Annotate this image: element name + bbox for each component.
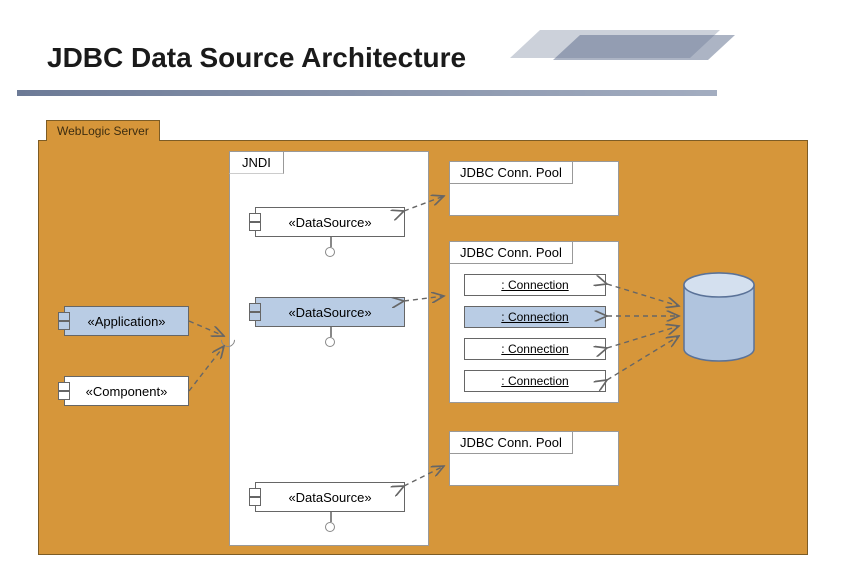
- database-icon: [679, 271, 759, 366]
- title-underline: [17, 90, 717, 96]
- connection-3: : Connection: [464, 338, 606, 360]
- datasource-2: «DataSource»: [255, 297, 405, 327]
- datasource-3-label: «DataSource»: [288, 490, 371, 505]
- application-label: «Application»: [87, 314, 165, 329]
- jndi-container: JNDI «DataSource» «DataSource» «DataSour…: [229, 151, 429, 546]
- jdbc-pool-3: JDBC Conn. Pool: [449, 431, 619, 486]
- component-label: «Component»: [86, 384, 168, 399]
- connection-2: : Connection: [464, 306, 606, 328]
- slide-title-bar: JDBC Data Source Architecture: [17, 28, 717, 88]
- weblogic-server-container: WebLogic Server JNDI «DataSource» «DataS…: [38, 120, 808, 555]
- jdbc-pool-2: JDBC Conn. Pool : Connection : Connectio…: [449, 241, 619, 403]
- jdbc-pool-1-label: JDBC Conn. Pool: [449, 161, 573, 184]
- jdbc-pool-3-label: JDBC Conn. Pool: [449, 431, 573, 454]
- datasource-1: «DataSource»: [255, 207, 405, 237]
- slide-title: JDBC Data Source Architecture: [47, 42, 466, 74]
- weblogic-server-box: JNDI «DataSource» «DataSource» «DataSour…: [38, 140, 808, 555]
- weblogic-server-label: WebLogic Server: [46, 120, 160, 141]
- datasource-1-label: «DataSource»: [288, 215, 371, 230]
- jdbc-pool-1: JDBC Conn. Pool: [449, 161, 619, 216]
- datasource-2-label: «DataSource»: [288, 305, 371, 320]
- component-component: «Component»: [64, 376, 189, 406]
- jndi-label: JNDI: [229, 151, 284, 174]
- jdbc-pool-2-label: JDBC Conn. Pool: [449, 241, 573, 264]
- application-component: «Application»: [64, 306, 189, 336]
- connection-1: : Connection: [464, 274, 606, 296]
- connection-4: : Connection: [464, 370, 606, 392]
- datasource-3: «DataSource»: [255, 482, 405, 512]
